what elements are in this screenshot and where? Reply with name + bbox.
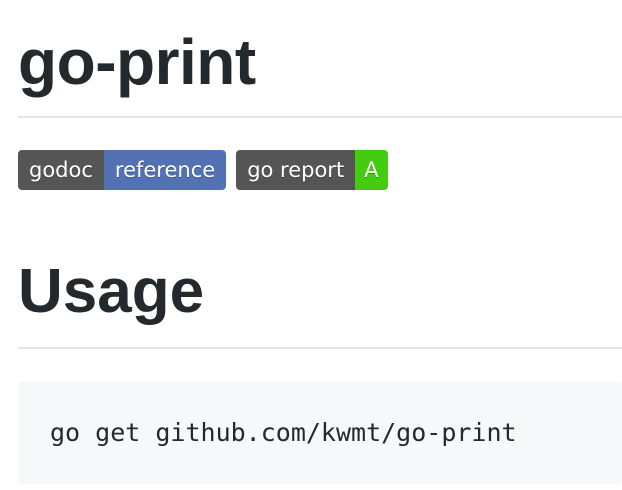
godoc-reference-badge[interactable]: godoc reference bbox=[18, 150, 227, 190]
title-divider bbox=[18, 116, 622, 118]
badge-row: godoc reference go report A bbox=[18, 150, 388, 190]
go-report-badge-grade: A bbox=[355, 150, 388, 190]
usage-heading: Usage bbox=[18, 257, 205, 326]
godoc-badge-label: godoc bbox=[18, 150, 104, 190]
usage-divider bbox=[18, 347, 622, 349]
go-report-badge-label: go report bbox=[236, 150, 356, 190]
install-command: go get github.com/kwmt/go-print bbox=[50, 418, 517, 447]
page-title: go-print bbox=[18, 26, 256, 98]
go-report-badge[interactable]: go report A bbox=[236, 150, 388, 190]
code-block: go get github.com/kwmt/go-print bbox=[18, 382, 622, 484]
readme-page: go-print godoc reference go report A Usa… bbox=[0, 0, 622, 490]
godoc-badge-value: reference bbox=[103, 150, 227, 190]
